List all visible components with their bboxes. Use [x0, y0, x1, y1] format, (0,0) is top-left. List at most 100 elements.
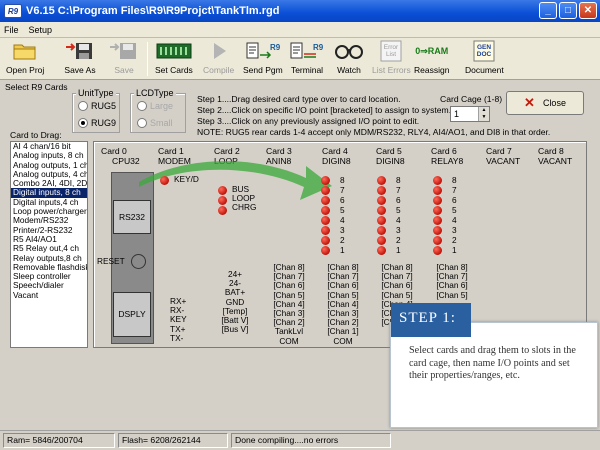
step-callout: STEP 1: Select cards and drag them to sl…	[390, 303, 598, 428]
relay-led	[433, 196, 442, 205]
save-button[interactable]: Save	[108, 40, 140, 78]
radio-rug5[interactable]: RUG5	[78, 101, 116, 111]
card-cage-panel: Card 0 CPU32 Card 1 MODEM Card 2 LOOP Card …	[93, 141, 587, 348]
generate-doc-icon-label-1: GEN	[477, 44, 491, 51]
radio-large[interactable]: Large	[137, 101, 173, 111]
relay8-numbers: 87654321	[452, 175, 457, 255]
chrg-led	[218, 206, 227, 215]
digin-led	[321, 196, 330, 205]
maximize-button[interactable]: □	[559, 2, 577, 19]
status-bar: Ram= 5846/200704 Flash= 6208/262144 Done…	[0, 430, 600, 450]
digin-led	[321, 246, 330, 255]
modem-key-label: KEY/D	[174, 174, 199, 184]
ram-status: Ram= 5846/200704	[3, 433, 115, 448]
list-item[interactable]: Vacant	[11, 291, 87, 300]
list-item[interactable]: Relay outputs,8 ch	[11, 254, 87, 263]
digin-led	[377, 176, 386, 185]
list-item[interactable]: Combo 2AI, 4DI, 2DO	[11, 179, 87, 188]
radio-dot	[137, 101, 147, 111]
list-item[interactable]: R5 AI4/AO1	[11, 235, 87, 244]
reassign-icon-label: 0⇒RAM	[415, 45, 449, 56]
save-as-button[interactable]: Save As	[64, 40, 96, 78]
toolbar: Open Proj Save As Save Set Cards Compile…	[0, 38, 600, 80]
list-item[interactable]: AI 4 chan/16 bit	[11, 142, 87, 151]
error-list-icon-label-1: Error	[384, 44, 399, 51]
digin-led	[377, 236, 386, 245]
close-window-button[interactable]: ✕	[579, 2, 597, 19]
error-list-icon-label-2: List	[386, 51, 396, 58]
relay-led	[433, 226, 442, 235]
card-to-drag-label: Card to Drag:	[10, 130, 62, 140]
relay-led	[433, 186, 442, 195]
list-item[interactable]: Speech/dialer	[11, 281, 87, 290]
compile-button[interactable]: Compile	[203, 40, 234, 78]
step-1-text: Step 1....Drag desired card type over to…	[197, 94, 401, 104]
relay-led	[433, 216, 442, 225]
reassign-button[interactable]: 0⇒RAM Reassign	[414, 40, 449, 78]
card-type-list[interactable]: AI 4 chan/16 bit Analog inputs, 8 ch Ana…	[10, 141, 88, 348]
menu-setup[interactable]: Setup	[29, 25, 53, 35]
radio-small[interactable]: Small	[137, 118, 173, 128]
list-item[interactable]: Analog inputs, 8 ch	[11, 151, 87, 160]
menu-bar: File Setup	[0, 22, 600, 38]
terminal-button[interactable]: R9 Terminal	[290, 40, 324, 78]
folder-icon	[13, 40, 37, 62]
digin4-numbers: 87654321	[340, 175, 345, 255]
list-item[interactable]: Analog outputs, 4 ch	[11, 170, 87, 179]
minimize-button[interactable]: _	[539, 2, 557, 19]
io-point[interactable]: [Chan 5]	[427, 290, 477, 300]
document-button[interactable]: GEN DOC Document	[465, 40, 504, 78]
modem-pins: RX+ RX- KEY TX+ TX-	[170, 296, 187, 343]
loop-led	[218, 196, 227, 205]
send-icon-label: R9	[270, 43, 280, 52]
spin-down-icon[interactable]: ▼	[479, 114, 489, 121]
send-pgm-button[interactable]: R9 Send Pgm	[243, 40, 283, 78]
relay-led	[433, 206, 442, 215]
bus-led	[218, 186, 227, 195]
card-cage-value: 1	[454, 109, 460, 119]
relay8-points: [Chan 8] [Chan 7] [Chan 6] [Chan 5]	[427, 262, 477, 300]
window-title: V6.15 C:\Program Files\R9\R9Projct\TankT…	[26, 5, 280, 17]
open-proj-button[interactable]: Open Proj	[6, 40, 44, 78]
relay-led	[433, 246, 442, 255]
list-item[interactable]: Loop power/charger	[11, 207, 87, 216]
generate-doc-icon: GEN DOC	[472, 40, 496, 62]
radio-dot	[78, 101, 88, 111]
generate-doc-icon-label-2: DOC	[477, 51, 492, 58]
callout-text: Select cards and drag them to slots in t…	[409, 345, 576, 381]
card-cage-spinner[interactable]: 1 ▲ ▼	[450, 106, 490, 122]
list-item[interactable]: Analog outputs, 1 ch	[11, 161, 87, 170]
lcd-type-label: LCDType	[134, 88, 176, 98]
list-item[interactable]: Sleep controller	[11, 272, 87, 281]
list-errors-button[interactable]: Error List List Errors	[372, 40, 411, 78]
set-cards-button[interactable]: Set Cards	[155, 40, 193, 78]
list-item-selected[interactable]: Digital inputs, 8 ch	[11, 188, 87, 198]
list-item[interactable]: Modem/RS232	[11, 216, 87, 225]
loop-led-labels: BUS LOOP CHRG	[232, 184, 257, 213]
radio-rug9[interactable]: RUG9	[78, 118, 116, 128]
flash-status: Flash= 6208/262144	[118, 433, 228, 448]
digin-led	[321, 206, 330, 215]
spin-up-icon[interactable]: ▲	[479, 107, 489, 114]
close-button[interactable]: ✕ Close	[506, 91, 584, 115]
list-item[interactable]: R5 Relay out,4 ch	[11, 244, 87, 253]
list-item[interactable]: Digital inputs,4 ch	[11, 198, 87, 207]
digin-led	[321, 216, 330, 225]
relay-led	[433, 176, 442, 185]
reassign-icon: 0⇒RAM	[415, 40, 448, 62]
watch-button[interactable]: Watch	[334, 40, 364, 78]
app-logo-icon: R9	[4, 4, 22, 18]
terminal-icon: R9	[290, 40, 324, 62]
compile-status: Done compiling....no errors	[231, 433, 391, 448]
list-item[interactable]: Removable flashdisk	[11, 263, 87, 272]
modem-key-led	[160, 176, 169, 185]
list-item[interactable]: Printer/2-RS232	[11, 226, 87, 235]
digin4-points: [Chan 8] [Chan 7] [Chan 6] [Chan 5] [Cha…	[318, 262, 368, 346]
toolbar-separator	[147, 42, 148, 76]
bus-v-point[interactable]: [Bus V]	[210, 325, 260, 334]
menu-file[interactable]: File	[4, 25, 19, 35]
close-x-icon: ✕	[524, 95, 535, 110]
select-cards-label: Select R9 Cards	[5, 82, 68, 92]
digin-led	[377, 206, 386, 215]
note-text: NOTE: RUG5 rear cards 1-4 accept only MD…	[197, 127, 551, 137]
